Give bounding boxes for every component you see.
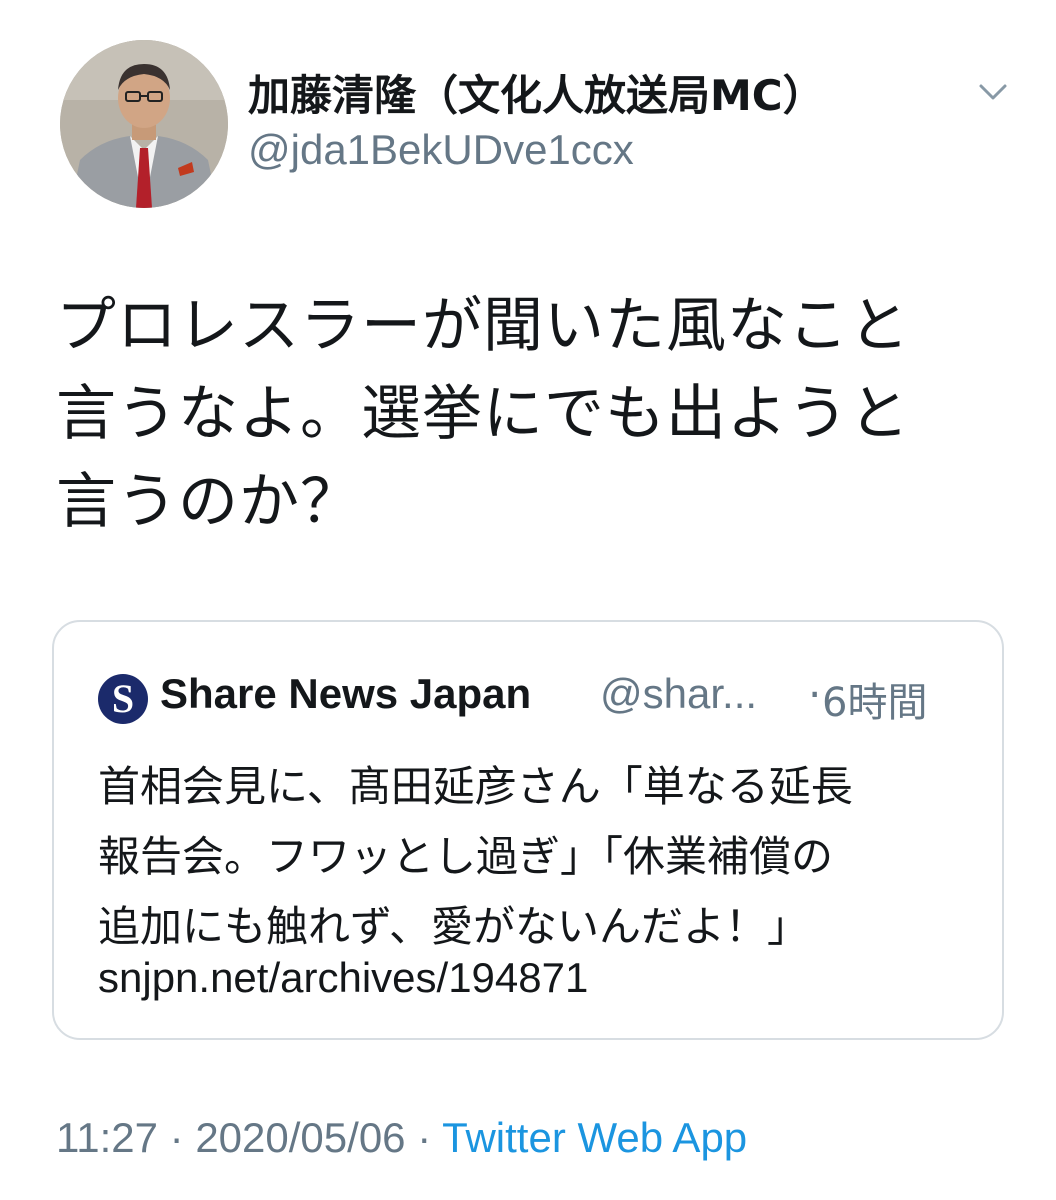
quoted-timestamp: 6時間 — [822, 680, 928, 726]
share-news-logo-icon: S — [98, 674, 148, 724]
meta-separator: · — [405, 1114, 443, 1161]
author-display-name[interactable]: 加藤清隆（文化人放送局MC） — [248, 62, 825, 123]
quoted-tweet-text: 首相会見に、髙田延彦さん「単なる延長 報告会。フワッとし過ぎ」「休業補償の 追加… — [98, 752, 978, 962]
profile-photo-icon — [60, 40, 228, 208]
tweet-time: 11:27 — [56, 1114, 158, 1161]
avatar[interactable] — [60, 40, 228, 208]
tweet-detail: 加藤清隆（文化人放送局MC） @jda1BekUDve1ccx プロレスラーが聞… — [0, 0, 1056, 1200]
quoted-link[interactable]: snjpn.net/archives/194871 — [98, 954, 588, 1002]
meta-separator: · — [158, 1114, 196, 1161]
quoted-tweet-card[interactable]: S Share News Japan @shar... · 6時間 首相会見に、… — [52, 620, 1004, 1040]
author-handle[interactable]: @jda1BekUDve1ccx — [248, 126, 634, 174]
tweet-text-line: 言うなよ。選挙にでも出ようと — [56, 379, 910, 449]
chevron-down-icon — [979, 84, 1007, 100]
quoted-text-line: 追加にも触れず、愛がないんだよ！」 — [98, 902, 810, 951]
quoted-text-line: 首相会見に、髙田延彦さん「単なる延長 — [98, 762, 853, 811]
tweet-text-line: 言うのか？ — [56, 467, 361, 537]
tweet-meta: 11:27 · 2020/05/06 · Twitter Web App — [56, 1114, 747, 1162]
tweet-text: プロレスラーが聞いた風なこと 言うなよ。選挙にでも出ようと 言うのか？ — [56, 282, 986, 546]
quoted-separator: · — [808, 670, 822, 719]
tweet-source-link[interactable]: Twitter Web App — [442, 1114, 747, 1161]
quoted-text-line: 報告会。フワッとし過ぎ」「休業補償の — [98, 832, 834, 881]
tweet-menu-button[interactable] — [974, 76, 1012, 106]
quoted-author-name: Share News Japan — [160, 670, 532, 717]
tweet-text-line: プロレスラーが聞いた風なこと — [56, 291, 910, 361]
tweet-date: 2020/05/06 — [195, 1114, 406, 1161]
quoted-author-handle: @shar... — [600, 670, 758, 717]
